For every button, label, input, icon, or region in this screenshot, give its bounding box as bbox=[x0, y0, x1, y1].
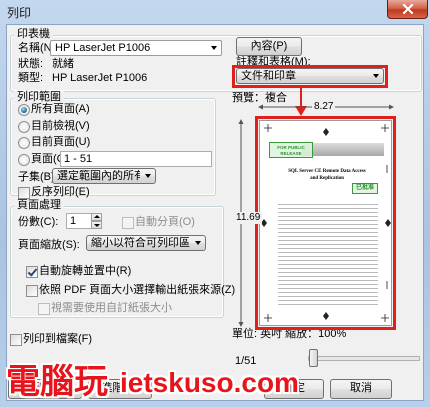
radio-pages[interactable] bbox=[18, 154, 30, 166]
page-slider-thumb[interactable] bbox=[309, 349, 318, 367]
radio-current-page-label[interactable]: 目前頁面(U) bbox=[31, 136, 90, 149]
pdf-page-size-label[interactable]: 依照 PDF 頁面大小選擇輸出紙張來源(Z) bbox=[39, 284, 235, 297]
chevron-down-icon bbox=[145, 174, 151, 178]
page-scaling-dropdown[interactable]: 縮小以符合可列印區域 bbox=[86, 235, 206, 251]
printer-name-value: HP LaserJet P1006 bbox=[55, 42, 151, 54]
subset-value: 選定範圍內的所有頁面 bbox=[57, 170, 140, 182]
height-arrow-bottom bbox=[238, 322, 244, 327]
height-arrow-top bbox=[238, 119, 244, 124]
reverse-pages-label[interactable]: 反序列印(E) bbox=[31, 186, 90, 199]
reverse-pages-checkbox[interactable] bbox=[18, 187, 30, 199]
copies-stepper[interactable]: 1 bbox=[66, 213, 102, 229]
comments-forms-dropdown[interactable]: 文件和印章 bbox=[236, 68, 384, 84]
radio-current-view[interactable] bbox=[18, 121, 30, 133]
copies-decrement-button[interactable] bbox=[91, 221, 102, 229]
printer-status-value: 就緒 bbox=[52, 58, 74, 70]
collate-label[interactable]: 自動分頁(O) bbox=[135, 216, 195, 229]
print-to-file-checkbox[interactable] bbox=[10, 334, 22, 346]
copies-increment-button[interactable] bbox=[91, 213, 102, 221]
page-slider-track[interactable] bbox=[308, 356, 420, 361]
close-icon bbox=[402, 4, 414, 14]
window-title: 列印 bbox=[7, 6, 32, 20]
close-button[interactable] bbox=[387, 0, 428, 19]
properties-button[interactable]: 內容(P) bbox=[236, 37, 302, 56]
pdf-page-size-checkbox[interactable] bbox=[26, 285, 38, 297]
collate-checkbox[interactable] bbox=[122, 217, 134, 229]
width-arrow-right bbox=[389, 104, 394, 110]
print-to-file-label[interactable]: 列印到檔案(F) bbox=[23, 333, 92, 346]
watermark-url: ietskuso.com bbox=[120, 367, 299, 398]
width-arrow-left bbox=[258, 104, 263, 110]
printer-status-label: 狀態: bbox=[18, 58, 44, 70]
page-scaling-value: 縮小以符合可列印區域 bbox=[91, 237, 190, 249]
copies-input[interactable]: 1 bbox=[66, 213, 92, 229]
radio-current-page[interactable] bbox=[18, 137, 30, 149]
comments-forms-value: 文件和印章 bbox=[241, 70, 296, 82]
auto-rotate-checkbox[interactable] bbox=[26, 266, 38, 278]
preview-height-value: 11.69 bbox=[234, 212, 263, 224]
pages-range-input[interactable]: 1 - 51 bbox=[60, 151, 212, 167]
printer-group-label: 印表機 bbox=[14, 28, 53, 41]
printer-type-value: HP LaserJet P1006 bbox=[52, 72, 148, 84]
custom-paper-label[interactable]: 視需要使用自訂紙張大小 bbox=[51, 302, 172, 315]
radio-all-pages-label[interactable]: 所有頁面(A) bbox=[31, 103, 90, 116]
page-scaling-label: 頁面縮放(S): bbox=[18, 239, 80, 251]
copies-label: 份數(C): bbox=[18, 216, 59, 228]
custom-paper-checkbox[interactable] bbox=[38, 303, 50, 315]
cancel-button[interactable]: 取消 bbox=[330, 379, 392, 399]
printer-type-label: 類型: bbox=[18, 72, 44, 84]
preview-width-value: 8.27 bbox=[312, 101, 336, 113]
chevron-down-icon bbox=[211, 46, 217, 50]
radio-all-pages[interactable] bbox=[18, 104, 30, 116]
chevron-down-icon bbox=[195, 241, 201, 245]
watermark-chinese: 電腦玩 bbox=[6, 363, 108, 401]
printer-name-dropdown[interactable]: HP LaserJet P1006 bbox=[50, 40, 222, 56]
radio-current-view-label[interactable]: 目前檢視(V) bbox=[31, 120, 90, 133]
auto-rotate-label[interactable]: 自動旋轉並置中(R) bbox=[39, 265, 131, 278]
chevron-down-icon bbox=[373, 74, 379, 78]
preview-highlight-box bbox=[255, 116, 396, 330]
subset-dropdown[interactable]: 選定範圍內的所有頁面 bbox=[52, 168, 156, 184]
page-handling-group-label: 頁面處理 bbox=[14, 199, 64, 212]
